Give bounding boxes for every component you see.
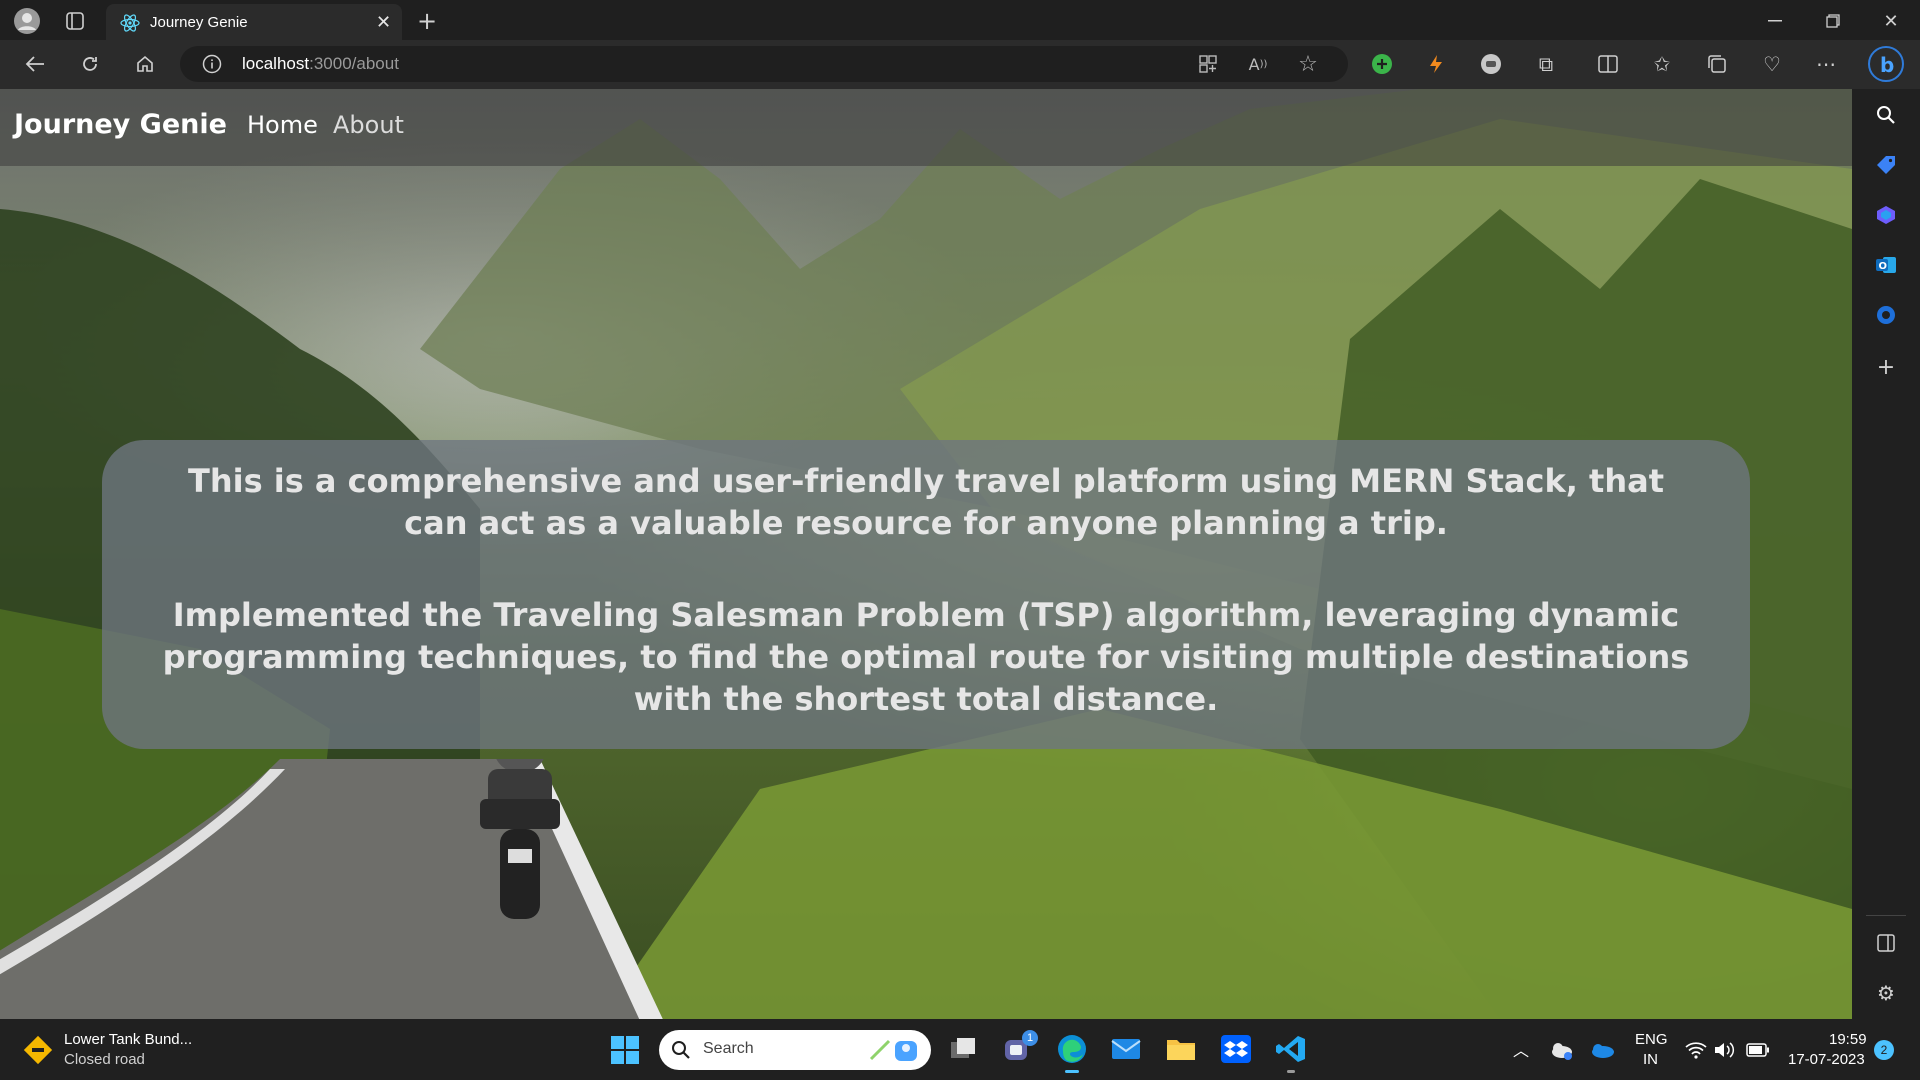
brand-logo[interactable]: Journey Genie (14, 109, 227, 140)
volume-icon[interactable] (1712, 1038, 1736, 1062)
address-path: :3000/about (309, 54, 399, 73)
road-closed-icon (23, 1035, 53, 1065)
clock-time[interactable]: 19:59 (1829, 1031, 1867, 1048)
outlook-icon[interactable]: O (1872, 251, 1900, 279)
shopping-tag-icon[interactable] (1872, 151, 1900, 179)
favorites-icon[interactable]: ✩ (1648, 50, 1676, 78)
dropbox-icon[interactable] (1220, 1034, 1252, 1064)
language-bottom[interactable]: IN (1643, 1051, 1658, 1068)
edge-sidebar: O + ⚙ (1852, 89, 1920, 1019)
more-options-icon[interactable]: ⋯ (1812, 50, 1840, 78)
about-card: This is a comprehensive and user-friendl… (102, 440, 1750, 749)
refresh-icon[interactable] (75, 49, 105, 79)
windows-logo-icon (611, 1036, 639, 1064)
start-button[interactable] (610, 1035, 640, 1065)
close-window-icon[interactable]: ✕ (1876, 6, 1906, 36)
road-illustration (0, 759, 663, 1019)
onedrive-icon[interactable] (1588, 1040, 1616, 1060)
battery-icon[interactable] (1744, 1038, 1772, 1062)
copilot-icon[interactable] (1872, 201, 1900, 229)
active-app-indicator (1065, 1070, 1079, 1073)
weather-cloud-icon[interactable] (1548, 1038, 1576, 1062)
teams-chat-icon[interactable]: 1 (1002, 1030, 1038, 1066)
news-subtitle: Closed road (64, 1051, 145, 1068)
svg-text:b: b (1880, 53, 1894, 77)
show-hidden-icons[interactable]: ︿ (1508, 1036, 1534, 1062)
add-sidebar-app-icon[interactable]: + (1872, 353, 1900, 381)
search-highlight-icon (869, 1039, 917, 1061)
news-widget[interactable]: Lower Tank Bund... Closed road (22, 1029, 222, 1071)
task-view-icon[interactable] (948, 1034, 978, 1064)
collections-icon[interactable] (1703, 50, 1731, 78)
about-paragraph-2: Implemented the Traveling Salesman Probl… (162, 596, 1690, 718)
browser-essentials-icon[interactable]: ♡ (1758, 50, 1786, 78)
back-icon[interactable] (20, 49, 50, 79)
nav-home-link[interactable]: Home (247, 111, 318, 139)
taskbar-search-input[interactable]: Search (659, 1030, 931, 1070)
chat-badge: 1 (1022, 1030, 1038, 1046)
extensions-puzzle-icon[interactable]: ⧉ (1532, 50, 1560, 78)
page-viewport: Journey Genie Home About This is a compr… (0, 89, 1852, 1019)
sidebar-search-icon[interactable] (1872, 101, 1900, 129)
search-placeholder: Search (703, 1040, 754, 1057)
home-icon[interactable] (130, 49, 160, 79)
news-title: Lower Tank Bund... (64, 1031, 193, 1048)
workspaces-icon[interactable] (62, 8, 88, 34)
language-top[interactable]: ENG (1635, 1031, 1668, 1048)
hide-sidebar-icon[interactable] (1872, 929, 1900, 957)
about-paragraph-1: This is a comprehensive and user-friendl… (188, 462, 1664, 542)
vscode-icon[interactable] (1275, 1034, 1307, 1073)
address-url[interactable]: localhost:3000/about (242, 54, 399, 74)
site-info-icon[interactable] (202, 54, 222, 78)
clock-date[interactable]: 17-07-2023 (1788, 1051, 1865, 1068)
running-app-indicator (1287, 1070, 1295, 1073)
react-icon (120, 13, 140, 33)
minimize-icon[interactable] (1760, 6, 1790, 36)
address-host: localhost (242, 54, 310, 73)
extension-green-icon[interactable] (1368, 50, 1396, 78)
title-bar: Journey Genie ✕ + ✕ (0, 0, 1920, 40)
split-screen-icon[interactable] (1594, 50, 1622, 78)
sidebar-settings-icon[interactable]: ⚙ (1872, 979, 1900, 1007)
profile-avatar-icon[interactable] (12, 6, 42, 36)
edge-taskbar-icon[interactable] (1055, 1032, 1089, 1073)
svg-text:O: O (1879, 261, 1888, 272)
tab-title: Journey Genie (150, 14, 248, 31)
new-tab-icon[interactable]: + (412, 6, 442, 36)
site-navbar: Journey Genie Home About (0, 89, 1852, 166)
restore-icon[interactable] (1818, 6, 1848, 36)
extension-orange-icon[interactable] (1422, 50, 1450, 78)
sidebar-divider (1866, 915, 1906, 916)
e-tree-icon[interactable] (1872, 301, 1900, 329)
bing-copilot-icon[interactable]: b (1866, 44, 1906, 84)
close-tab-icon[interactable]: ✕ (376, 12, 391, 33)
app-available-icon[interactable] (1194, 50, 1222, 78)
search-icon (672, 1041, 690, 1059)
nav-about-link[interactable]: About (333, 111, 404, 139)
extension-grey-icon[interactable] (1477, 50, 1505, 78)
favorite-star-icon[interactable]: ☆ (1294, 50, 1322, 78)
address-bar[interactable]: localhost:3000/about A)) ☆ (180, 46, 1348, 82)
read-aloud-icon[interactable]: A)) (1244, 50, 1272, 78)
file-explorer-icon[interactable] (1165, 1034, 1197, 1064)
mail-icon[interactable] (1110, 1034, 1142, 1064)
wifi-icon[interactable] (1684, 1038, 1708, 1062)
tab-journey-genie[interactable]: Journey Genie ✕ (106, 4, 402, 40)
notification-count-badge[interactable]: 2 (1874, 1040, 1894, 1060)
